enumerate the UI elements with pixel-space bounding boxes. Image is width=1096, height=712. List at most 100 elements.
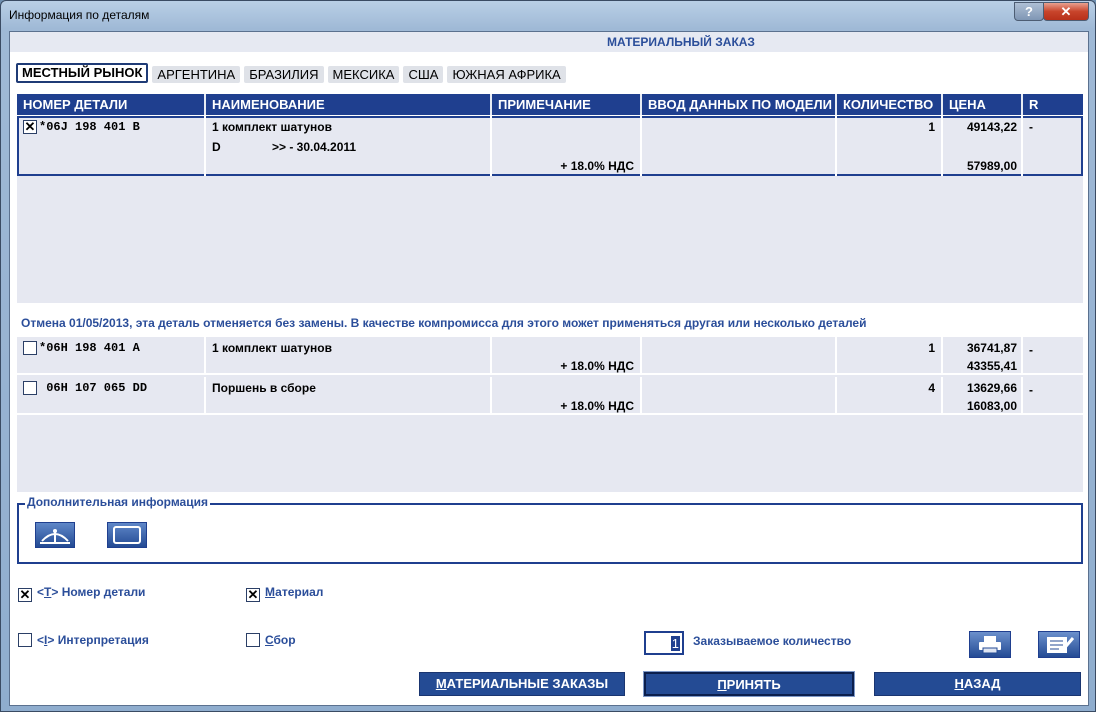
order-quantity-value: 1	[670, 636, 680, 651]
option-material-label: атериал	[275, 585, 324, 599]
market-tabs: МЕСТНЫЙ РЫНОК АРГЕНТИНА БРАЗИЛИЯ МЕКСИКА…	[16, 63, 570, 83]
cell-quantity: 1	[837, 337, 943, 373]
row-checkbox[interactable]	[23, 381, 37, 395]
cell-model-input	[642, 116, 837, 176]
cell-model-input	[642, 337, 837, 373]
printer-icon	[979, 636, 1001, 654]
quantity-value: 4	[928, 381, 935, 395]
r-value: -	[1029, 120, 1033, 134]
part-name: 1 комплект шатунов	[212, 341, 332, 355]
part-name: Поршень в сборе	[212, 381, 316, 395]
cell-note: + 18.0% НДС	[492, 337, 642, 373]
close-button[interactable]: ✕	[1043, 2, 1089, 21]
material-orders-label: АТЕРИАЛЬНЫЕ ЗАКАЗЫ	[446, 676, 609, 691]
vat-note: + 18.0% НДС	[560, 359, 634, 373]
title-bar[interactable]: Информация по деталям ? ✕	[1, 1, 1095, 30]
edit-note-icon	[1047, 637, 1075, 653]
cell-part-no: *06H 198 401 A	[17, 337, 206, 373]
accept-button[interactable]: ПРИНЯТЬ	[643, 671, 855, 697]
cell-part-no: ✕ *06J 198 401 B	[17, 116, 206, 176]
back-hotkey: Н	[954, 676, 964, 691]
cell-model-input	[642, 377, 837, 413]
option-assembly[interactable]: Сбор	[246, 633, 296, 647]
cell-note: + 18.0% НДС	[492, 116, 642, 176]
price-value: 36741,87	[966, 341, 1017, 355]
table-header: НОМЕР ДЕТАЛИ НАИМЕНОВАНИЕ ПРИМЕЧАНИЕ ВВО…	[17, 94, 1083, 115]
option-interpretation-checkbox[interactable]	[18, 633, 32, 647]
accept-label: РИНЯТЬ	[726, 677, 781, 692]
option-material-checkbox[interactable]: ✕	[246, 588, 260, 602]
banner-title: МАТЕРИАЛЬНЫЙ ЗАКАЗ	[607, 35, 755, 49]
vat-note: + 18.0% НДС	[560, 399, 634, 413]
part-number: *06H 198 401 A	[39, 341, 140, 355]
price-vat-value: 57989,00	[966, 159, 1017, 173]
order-quantity-input[interactable]: 1	[644, 631, 684, 655]
material-orders-hotkey: М	[435, 676, 447, 691]
accept-hotkey: П	[717, 677, 727, 692]
part-valid-date: >> - 30.04.2011	[272, 140, 357, 154]
tab-argentina[interactable]: АРГЕНТИНА	[152, 66, 241, 83]
cell-part-no: 06H 107 065 DD	[17, 377, 206, 413]
tab-local-market[interactable]: МЕСТНЫЙ РЫНОК	[16, 63, 149, 83]
r-value: -	[1029, 343, 1033, 357]
col-header-quantity[interactable]: КОЛИЧЕСТВО	[837, 94, 943, 115]
cell-price: 13629,66 16083,00	[943, 377, 1023, 413]
back-label: АЗАД	[963, 676, 1001, 691]
quantity-value: 1	[928, 120, 935, 134]
option-interpretation-prefix: <	[37, 633, 45, 647]
print-button[interactable]	[969, 631, 1011, 658]
table-row[interactable]: 06H 107 065 DD Поршень в сборе + 18.0% Н…	[17, 377, 1083, 415]
cell-r: -	[1023, 377, 1083, 413]
alternative-parts-pane: *06H 198 401 A 1 комплект шатунов + 18.0…	[17, 337, 1083, 492]
option-assembly-checkbox[interactable]	[246, 633, 260, 647]
back-button[interactable]: НАЗАД	[874, 672, 1081, 696]
col-header-note[interactable]: ПРИМЕЧАНИЕ	[492, 94, 642, 115]
option-part-number-prefix: <	[37, 585, 45, 599]
part-name: 1 комплект шатунов	[212, 120, 332, 134]
material-orders-button[interactable]: МАТЕРИАЛЬНЫЕ ЗАКАЗЫ	[419, 672, 625, 696]
r-value: -	[1029, 383, 1033, 397]
additional-info-title: Дополнительная информация	[25, 495, 210, 509]
table-row[interactable]: *06H 198 401 A 1 комплект шатунов + 18.0…	[17, 337, 1083, 375]
option-material-hotkey: М	[265, 585, 276, 599]
main-parts-pane: ✕ *06J 198 401 B 1 комплект шатунов D >>…	[17, 116, 1083, 303]
replacement-notice: Отмена 01/05/2013, эта деталь отменяется…	[21, 316, 867, 330]
option-assembly-label: бор	[273, 633, 296, 647]
quantity-value: 1	[928, 341, 935, 355]
option-interpretation[interactable]: <I> Интерпретация	[18, 633, 149, 647]
col-header-name[interactable]: НАИМЕНОВАНИЕ	[206, 94, 492, 115]
row-checkbox[interactable]: ✕	[23, 120, 37, 134]
col-header-part-no[interactable]: НОМЕР ДЕТАЛИ	[17, 94, 206, 115]
row-checkbox[interactable]	[23, 341, 37, 355]
frame-icon	[113, 526, 141, 544]
edit-note-button[interactable]	[1038, 631, 1080, 658]
cell-r: -	[1023, 337, 1083, 373]
part-name-variant: D	[212, 140, 221, 154]
cell-name: 1 комплект шатунов	[206, 337, 492, 373]
cell-note: + 18.0% НДС	[492, 377, 642, 413]
cell-quantity: 4	[837, 377, 943, 413]
col-header-price[interactable]: ЦЕНА	[943, 94, 1023, 115]
table-row[interactable]: ✕ *06J 198 401 B 1 комплект шатунов D >>…	[17, 116, 1083, 176]
cell-quantity: 1	[837, 116, 943, 176]
scale-button[interactable]	[35, 522, 75, 548]
option-material[interactable]: ✕ Материал	[246, 585, 323, 602]
option-assembly-hotkey: С	[265, 633, 274, 647]
tab-brazil[interactable]: БРАЗИЛИЯ	[244, 66, 324, 83]
price-vat-value: 43355,41	[966, 359, 1017, 373]
scale-icon	[40, 529, 70, 544]
frame-button[interactable]	[107, 522, 147, 548]
cell-name: 1 комплект шатунов D >> - 30.04.2011	[206, 116, 492, 176]
tab-usa[interactable]: США	[403, 66, 444, 83]
cell-r: -	[1023, 116, 1083, 176]
col-header-r[interactable]: R	[1023, 94, 1083, 115]
option-part-number[interactable]: ✕ <T> Номер детали	[18, 585, 145, 602]
app-window: Информация по деталям ? ✕ МАТЕРИАЛЬНЫЙ З…	[0, 0, 1096, 712]
option-part-number-checkbox[interactable]: ✕	[18, 588, 32, 602]
col-header-model-input[interactable]: ВВОД ДАННЫХ ПО МОДЕЛИ	[642, 94, 837, 115]
cell-price: 36741,87 43355,41	[943, 337, 1023, 373]
tab-south-africa[interactable]: ЮЖНАЯ АФРИКА	[447, 66, 566, 83]
tab-mexico[interactable]: МЕКСИКА	[327, 66, 400, 83]
help-button[interactable]: ?	[1014, 2, 1044, 21]
window-title: Информация по деталям	[9, 8, 150, 22]
